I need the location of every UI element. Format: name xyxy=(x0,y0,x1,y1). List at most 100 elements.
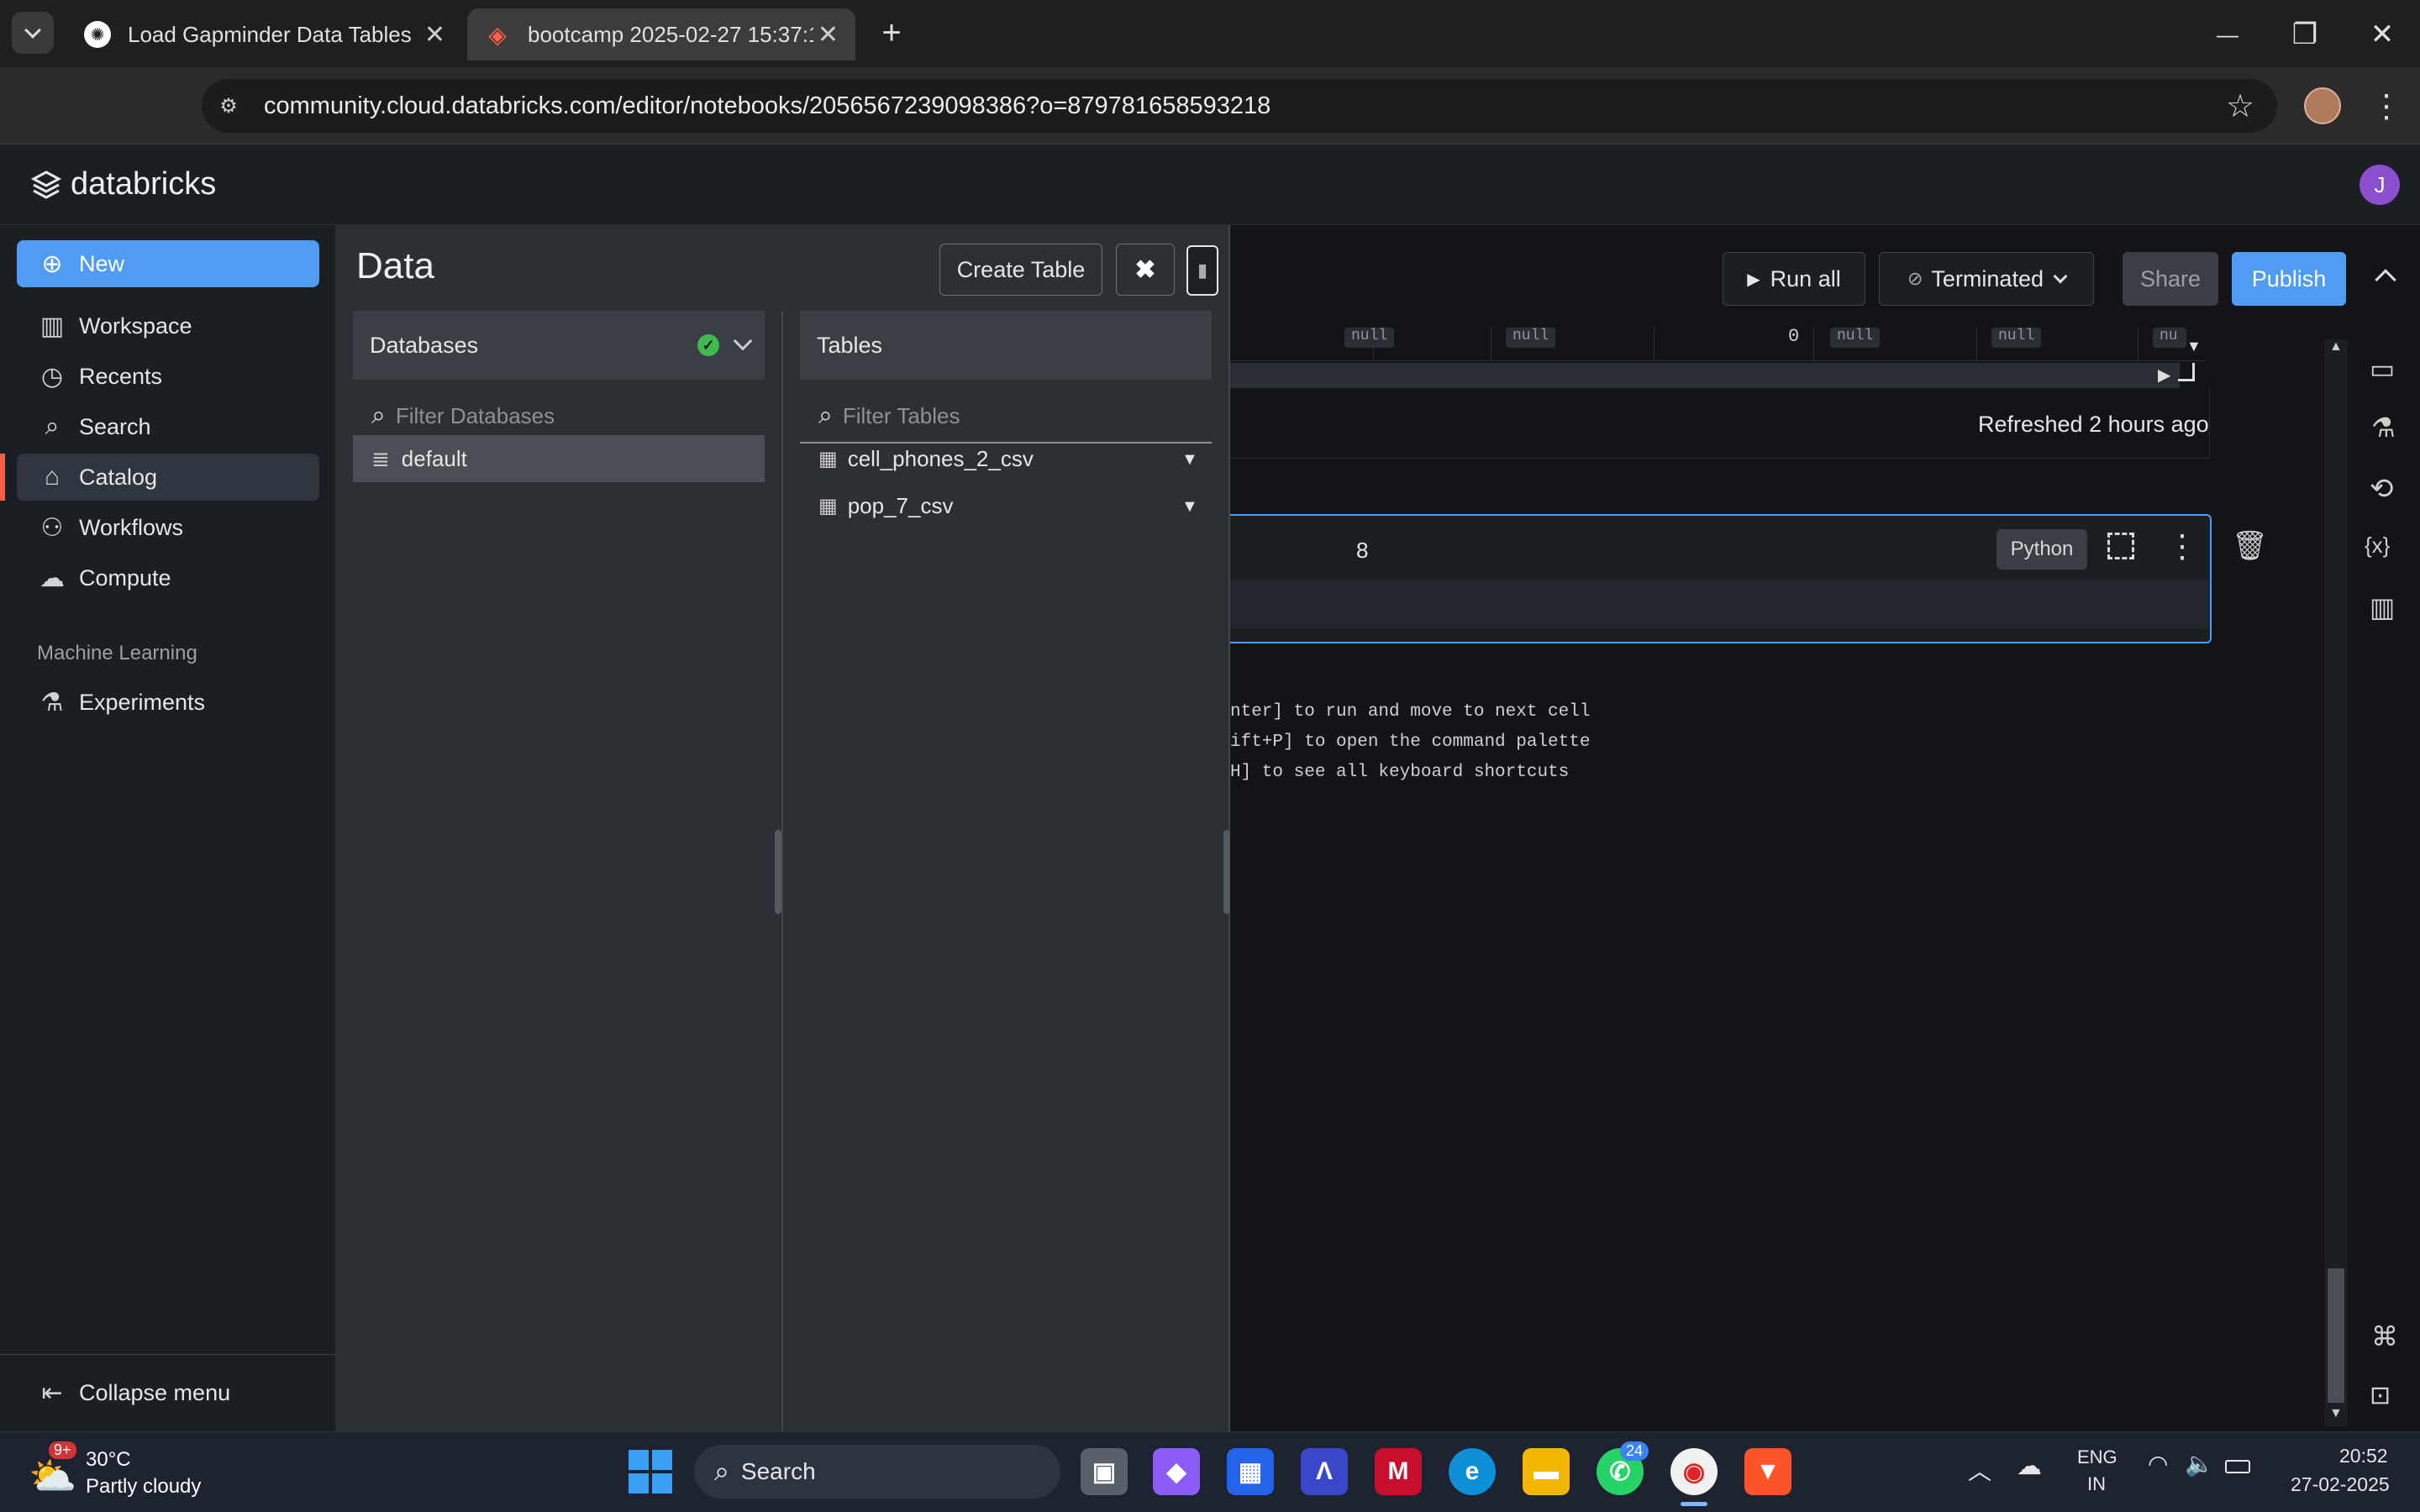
expand-icon[interactable] xyxy=(2107,533,2134,559)
tables-header-label: Tables xyxy=(817,332,883,358)
play-icon: ▶ xyxy=(1747,270,1760,289)
site-info-icon[interactable]: ⚙ xyxy=(213,91,244,121)
sidebar-item-workflows[interactable]: ⚇ Workflows xyxy=(17,504,319,551)
comments-icon[interactable]: ▭ xyxy=(2370,353,2395,385)
caret-down-icon[interactable]: ▼ xyxy=(1181,497,1198,517)
delete-cell-icon[interactable]: 🗑 xyxy=(2232,529,2268,563)
databases-header[interactable]: Databases ✓ xyxy=(353,311,765,380)
vertical-scrollbar[interactable]: ▲ ▼ xyxy=(2324,339,2348,1426)
mcafee-icon[interactable]: M xyxy=(1375,1448,1422,1495)
scroll-down-icon[interactable]: ▼ xyxy=(2186,338,2202,355)
experiments-icon[interactable]: ⚗ xyxy=(2371,412,2396,444)
minimize-button[interactable]: — xyxy=(2207,13,2249,55)
new-button[interactable]: ⊕ New xyxy=(17,240,319,287)
language-top[interactable]: ENG xyxy=(2077,1446,2118,1468)
caret-down-icon[interactable]: ▼ xyxy=(1181,450,1198,470)
language-badge[interactable]: Python xyxy=(1996,529,2087,570)
databricks-favicon-icon: ◈ xyxy=(488,21,507,48)
code-editor[interactable] xyxy=(1230,580,2208,628)
app-icon[interactable]: Λ xyxy=(1301,1448,1348,1495)
browser-menu-icon[interactable]: ⋮ xyxy=(2370,84,2403,128)
pin-panel-button[interactable]: ▮ xyxy=(1186,245,1218,296)
bookmark-star-icon[interactable]: ☆ xyxy=(2218,84,2262,128)
tray-overflow-icon[interactable]: ︿ xyxy=(1968,1453,1991,1487)
sidebar-item-catalog[interactable]: ⌂ Catalog xyxy=(17,454,319,501)
weather-temp: 30°C xyxy=(86,1448,131,1471)
databricks-logo-icon xyxy=(30,170,62,199)
table-item-pop[interactable]: ▦ pop_7_csv ▼ xyxy=(800,482,1212,529)
clock-time[interactable]: 20:52 xyxy=(2339,1445,2388,1467)
language-bottom[interactable]: IN xyxy=(2087,1473,2106,1495)
active-app-indicator xyxy=(1681,1502,1707,1506)
publish-button[interactable]: Publish xyxy=(2232,252,2346,306)
window-close-button[interactable]: ✕ xyxy=(2361,13,2403,55)
folder-icon: ▥ xyxy=(39,312,65,340)
onedrive-icon[interactable]: ☁ xyxy=(2017,1452,2042,1481)
horizontal-scrollbar[interactable] xyxy=(1230,363,2180,388)
weather-widget[interactable]: ⛅ 9+ 30°C Partly cloudy xyxy=(29,1441,247,1505)
scrollbar-thumb[interactable] xyxy=(2328,1268,2344,1403)
new-tab-button[interactable]: + xyxy=(871,12,913,54)
variables-icon[interactable]: {x} xyxy=(2365,533,2390,559)
url-text: community.cloud.databricks.com/editor/no… xyxy=(264,92,1271,119)
history-icon[interactable]: ⟲ xyxy=(2370,472,2394,506)
scroll-down-icon[interactable]: ▼ xyxy=(2329,1406,2343,1421)
sidebar-item-workspace[interactable]: ▥ Workspace xyxy=(17,302,319,349)
browser-tab-bootcamp[interactable]: ◈ bootcamp 2025-02-27 15:37:18 ✕ xyxy=(467,8,855,60)
chrome-icon[interactable]: ◉ xyxy=(1670,1448,1718,1495)
battery-icon[interactable] xyxy=(2225,1460,2250,1473)
terminal-icon[interactable]: ⊡ xyxy=(2370,1381,2391,1410)
start-button[interactable] xyxy=(629,1450,672,1494)
windows-taskbar xyxy=(0,1431,2420,1512)
scroll-right-icon[interactable]: ▶ xyxy=(2158,365,2170,386)
restore-button[interactable]: ❐ xyxy=(2284,13,2326,55)
check-circle-icon: ✓ xyxy=(697,334,719,356)
create-table-button[interactable]: Create Table xyxy=(939,244,1102,296)
databricks-logo[interactable]: databricks xyxy=(30,166,216,202)
hint-line: nter] to run and move to next cell xyxy=(1230,702,1591,722)
brand-name: databricks xyxy=(71,166,217,202)
sidebar-item-experiments[interactable]: ⚗ Experiments xyxy=(17,679,319,726)
resize-corner-icon[interactable] xyxy=(2178,363,2195,381)
brave-icon[interactable]: ▼ xyxy=(1744,1448,1791,1495)
run-all-button[interactable]: ▶ Run all xyxy=(1723,252,1865,306)
collapse-menu-button[interactable]: ⇤ Collapse menu xyxy=(17,1369,319,1416)
clock-date[interactable]: 27-02-2025 xyxy=(2291,1473,2390,1496)
store-icon[interactable]: ▦ xyxy=(1227,1448,1274,1495)
wifi-icon[interactable]: ◠ xyxy=(2148,1450,2168,1478)
tab-search-button[interactable] xyxy=(12,12,54,54)
sidebar-item-search[interactable]: ⌕ Search xyxy=(17,403,319,450)
task-view-icon[interactable]: ▣ xyxy=(1081,1448,1128,1495)
cluster-selector[interactable]: ⊘ Terminated xyxy=(1879,252,2094,306)
resize-handle[interactable] xyxy=(775,830,781,914)
collapse-header-icon[interactable] xyxy=(2375,269,2396,291)
sidebar-item-compute[interactable]: ☁ Compute xyxy=(17,554,319,601)
data-profile-icon[interactable]: ▥ xyxy=(2370,591,2395,623)
weather-desc: Partly cloudy xyxy=(86,1475,202,1498)
search-icon: ⌕ xyxy=(714,1456,729,1486)
cell-menu-icon[interactable]: ⋮ xyxy=(2166,528,2198,565)
copilot-icon[interactable]: ◆ xyxy=(1153,1448,1200,1495)
volume-icon[interactable]: 🔈 xyxy=(2185,1450,2214,1478)
close-icon[interactable]: ✕ xyxy=(818,20,839,50)
close-panel-button[interactable]: ✖ xyxy=(1116,244,1175,296)
url-bar[interactable]: ⚙ community.cloud.databricks.com/editor/… xyxy=(202,79,2277,133)
scroll-up-icon[interactable]: ▲ xyxy=(2329,339,2343,354)
shortcuts-icon[interactable]: ⌘ xyxy=(2371,1320,2398,1352)
browser-tab-gapminder[interactable]: ✺ Load Gapminder Data Tables ✕ xyxy=(67,8,462,60)
file-explorer-icon[interactable]: ▬ xyxy=(1523,1448,1570,1495)
share-button[interactable]: Share xyxy=(2123,252,2218,306)
resize-handle[interactable] xyxy=(1223,830,1230,914)
taskbar-search[interactable]: ⌕ Search xyxy=(694,1445,1060,1499)
sidebar-item-recents[interactable]: ◷ Recents xyxy=(17,353,319,400)
profile-avatar[interactable] xyxy=(2304,87,2341,124)
database-item-default[interactable]: ≣ default xyxy=(353,435,765,482)
cluster-status: Terminated xyxy=(1931,265,2044,291)
weather-badge: 9+ xyxy=(49,1441,76,1459)
edge-icon[interactable]: e xyxy=(1449,1448,1496,1495)
chevron-down-icon[interactable] xyxy=(733,331,753,351)
column-divider xyxy=(2138,328,2139,361)
close-icon[interactable]: ✕ xyxy=(424,20,445,50)
table-item-cell-phones[interactable]: ▦ cell_phones_2_csv ▼ xyxy=(800,435,1212,482)
user-avatar[interactable]: J xyxy=(2360,165,2400,205)
